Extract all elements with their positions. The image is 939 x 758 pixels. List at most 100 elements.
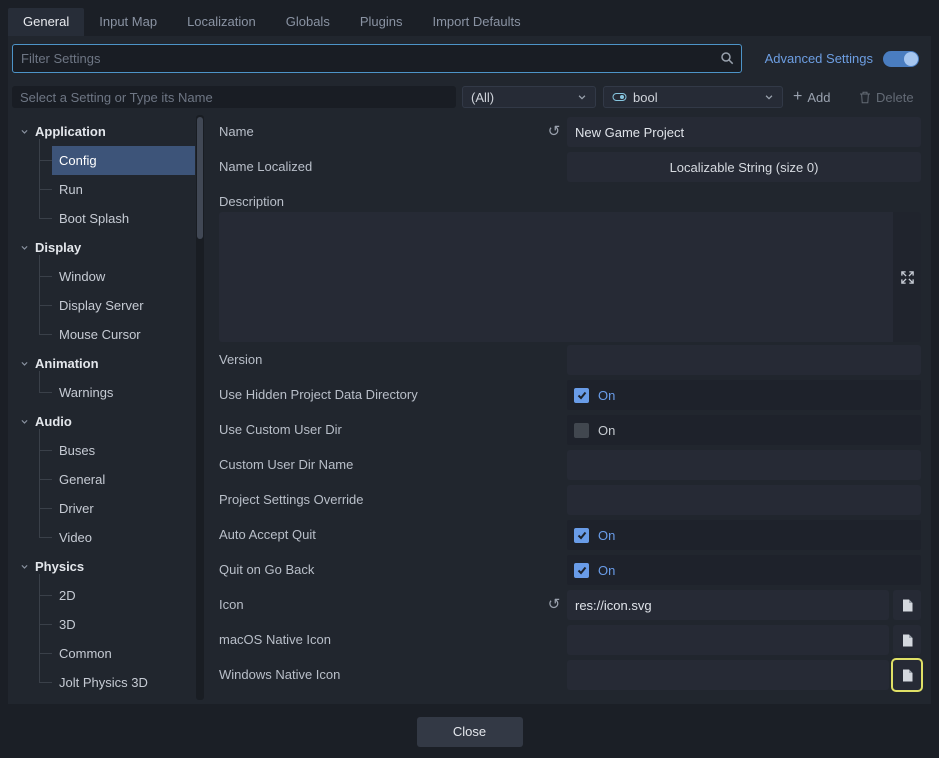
expand-strip: [893, 212, 921, 342]
tab-general[interactable]: General: [8, 8, 84, 36]
filter-settings-input[interactable]: [12, 44, 742, 73]
tree-item-label: Common: [59, 646, 112, 661]
tree-item-jolt-physics-3d[interactable]: Jolt Physics 3D: [52, 668, 195, 697]
settings-tree: Application Config Run Boot Splash Displ…: [12, 115, 204, 700]
chevron-down-icon: [20, 359, 29, 368]
tree-item-run[interactable]: Run: [52, 175, 195, 204]
property-row: Windows Native Icon: [219, 660, 921, 690]
feature-filter-dropdown[interactable]: (All): [462, 86, 596, 108]
tab-import-defaults[interactable]: Import Defaults: [417, 8, 535, 36]
delete-button[interactable]: Delete: [853, 86, 920, 108]
tree-item-driver[interactable]: Driver: [52, 494, 195, 523]
version-field[interactable]: [567, 345, 921, 375]
file-dialog-button[interactable]: [893, 590, 921, 620]
on-label: On: [598, 528, 615, 543]
tree-item-boot-splash[interactable]: Boot Splash: [52, 204, 195, 233]
revert-icon[interactable]: ↺: [543, 590, 565, 620]
tab-globals[interactable]: Globals: [271, 8, 345, 36]
tree-item-warnings[interactable]: Warnings: [52, 378, 195, 407]
name-field[interactable]: [567, 117, 921, 147]
tree-item-video[interactable]: Video: [52, 523, 195, 552]
tree-section-label: Physics: [35, 559, 84, 574]
file-dialog-button[interactable]: [893, 660, 921, 690]
project-settings-override-field[interactable]: [567, 485, 921, 515]
tree-item-label: Buses: [59, 443, 95, 458]
windows-native-icon-field[interactable]: [567, 660, 889, 690]
scrollbar-thumb[interactable]: [197, 117, 203, 239]
tree: Application Config Run Boot Splash Displ…: [12, 117, 196, 697]
on-label: On: [598, 423, 615, 438]
add-button[interactable]: + Add: [787, 86, 836, 108]
checkbox-strip: On: [567, 415, 921, 445]
checkbox[interactable]: [574, 388, 589, 403]
tree-item-2d[interactable]: 2D: [52, 581, 195, 610]
property-label: Version: [219, 345, 262, 375]
file-dialog-button[interactable]: [893, 625, 921, 655]
checkbox[interactable]: [574, 423, 589, 438]
property-label: Auto Accept Quit: [219, 520, 316, 550]
custom-user-dir-name-field[interactable]: [567, 450, 921, 480]
property-label: Windows Native Icon: [219, 660, 340, 690]
tree-item-label: Window: [59, 269, 105, 284]
tree-item-display-server[interactable]: Display Server: [52, 291, 195, 320]
property-row: macOS Native Icon: [219, 625, 921, 655]
tree-item-label: 3D: [59, 617, 76, 632]
delete-button-label: Delete: [876, 90, 914, 105]
bool-type-icon: [612, 91, 627, 103]
macos-native-icon-field[interactable]: [567, 625, 889, 655]
property-label: Project Settings Override: [219, 485, 364, 515]
property-label: Icon: [219, 590, 244, 620]
tab-plugins[interactable]: Plugins: [345, 8, 418, 36]
tree-item-label: Mouse Cursor: [59, 327, 141, 342]
tree-section-label: Audio: [35, 414, 72, 429]
tree-item-label: Driver: [59, 501, 94, 516]
expand-icon[interactable]: [900, 270, 915, 285]
property-row: Version: [219, 345, 921, 375]
tree-item-label: Run: [59, 182, 83, 197]
property-row: Project Settings Override: [219, 485, 921, 515]
tab-input-map[interactable]: Input Map: [84, 8, 172, 36]
icon-path-field[interactable]: [567, 590, 889, 620]
tree-section-label: Application: [35, 124, 106, 139]
advanced-settings-toggle[interactable]: [883, 51, 919, 67]
dialog-footer: Close: [0, 704, 939, 758]
name-localized-label: Localizable String (size 0): [670, 160, 819, 175]
file-icon: [902, 669, 913, 682]
on-label: On: [598, 563, 615, 578]
tab-localization[interactable]: Localization: [172, 8, 271, 36]
name-localized-button[interactable]: Localizable String (size 0): [567, 152, 921, 182]
sidebar-scrollbar[interactable]: [196, 115, 204, 700]
toggle-knob: [904, 52, 918, 66]
close-button[interactable]: Close: [417, 717, 523, 747]
type-dropdown[interactable]: bool: [603, 86, 783, 108]
tree-item-window[interactable]: Window: [52, 262, 195, 291]
search-icon: [720, 51, 734, 65]
tree-item-general[interactable]: General: [52, 465, 195, 494]
tree-item-mouse-cursor[interactable]: Mouse Cursor: [52, 320, 195, 349]
file-icon: [902, 634, 913, 647]
tree-item-common[interactable]: Common: [52, 639, 195, 668]
property-row: Name ↺: [219, 117, 921, 147]
tab-bar: General Input Map Localization Globals P…: [8, 8, 931, 36]
revert-icon[interactable]: ↺: [543, 117, 565, 147]
tree-item-label: Config: [59, 153, 97, 168]
property-label: macOS Native Icon: [219, 625, 331, 655]
checkbox[interactable]: [574, 528, 589, 543]
chevron-down-icon: [20, 127, 29, 136]
tree-item-3d[interactable]: 3D: [52, 610, 195, 639]
checkbox[interactable]: [574, 563, 589, 578]
tree-item-config[interactable]: Config: [52, 146, 195, 175]
description-textarea[interactable]: [219, 212, 921, 342]
property-row: Auto Accept Quit On: [219, 520, 921, 550]
property-label: Use Custom User Dir: [219, 415, 342, 445]
tree-item-buses[interactable]: Buses: [52, 436, 195, 465]
project-settings-dialog: General Input Map Localization Globals P…: [0, 0, 939, 758]
property-row: Icon ↺: [219, 590, 921, 620]
tree-item-label: General: [59, 472, 105, 487]
tree-item-label: Jolt Physics 3D: [59, 675, 148, 690]
tree-item-label: 2D: [59, 588, 76, 603]
on-label: On: [598, 388, 615, 403]
chevron-down-icon: [20, 243, 29, 252]
property-label: Name: [219, 117, 254, 147]
setting-name-input[interactable]: [12, 86, 456, 108]
